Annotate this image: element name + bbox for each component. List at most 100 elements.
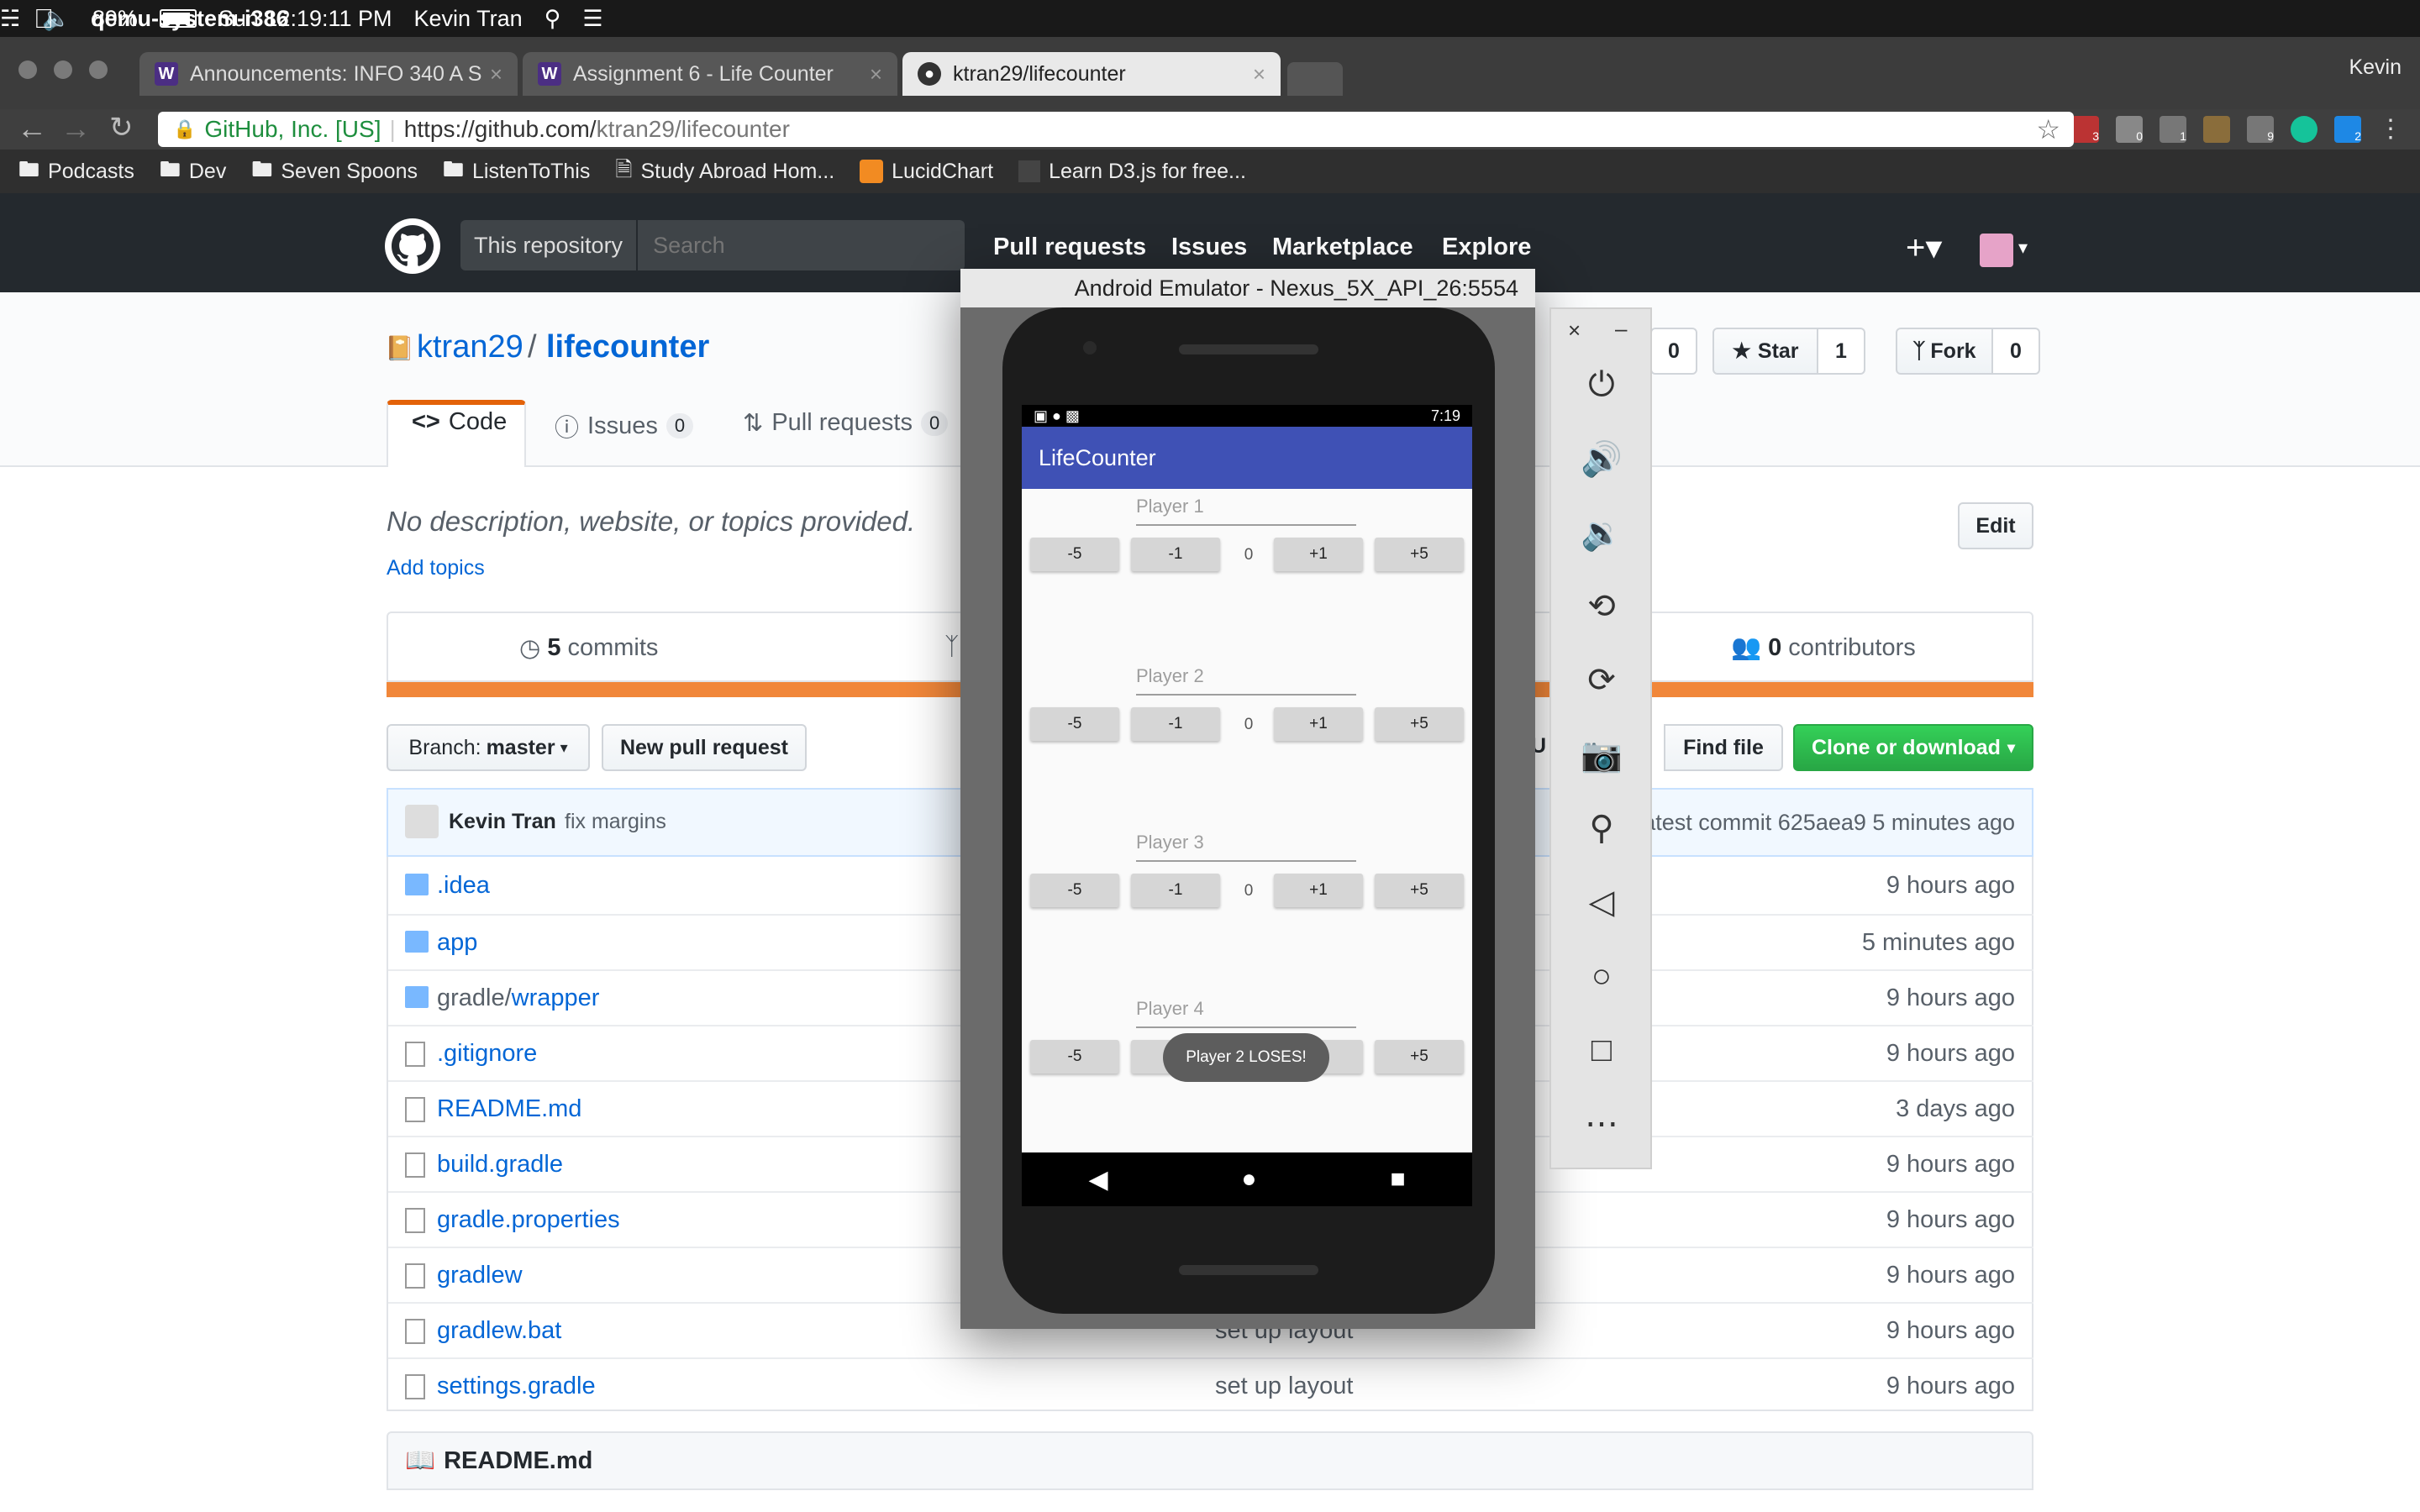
close-tab-icon[interactable]: × bbox=[1253, 61, 1265, 87]
plus-one-button[interactable]: +1 bbox=[1274, 874, 1363, 907]
bookmark-lucidchart[interactable]: LucidChart bbox=[860, 160, 993, 184]
android-home-icon[interactable]: ● bbox=[1241, 1165, 1256, 1194]
extension-icon[interactable]: 2 bbox=[2334, 115, 2361, 143]
extension-icon[interactable]: 0 bbox=[2116, 115, 2143, 143]
emulator-title[interactable]: Android Emulator - Nexus_5X_API_26:5554 bbox=[960, 269, 1535, 307]
latest-commit-info[interactable]: atest commit 625aea9 5 minutes ago bbox=[1643, 810, 2015, 836]
file-name[interactable]: .gitignore bbox=[437, 1040, 537, 1068]
edit-description-button[interactable]: Edit bbox=[1958, 502, 2033, 549]
window-close-button[interactable] bbox=[18, 60, 37, 79]
overview-icon[interactable]: □ bbox=[1576, 1025, 1627, 1075]
fork-button[interactable]: ᛉ Fork bbox=[1896, 328, 1993, 375]
extension-icon[interactable]: 1 bbox=[2160, 115, 2186, 143]
address-bar[interactable]: 🔒 GitHub, Inc. [US] | https://github.com… bbox=[158, 112, 2074, 147]
search-input[interactable] bbox=[651, 231, 958, 260]
nav-explore[interactable]: Explore bbox=[1442, 234, 1531, 261]
plus-five-button[interactable]: +5 bbox=[1375, 1040, 1464, 1074]
bookmark-study-abroad[interactable]: 🗎 Study Abroad Hom... bbox=[615, 154, 834, 190]
plus-one-button[interactable]: +1 bbox=[1274, 538, 1363, 571]
tab-pull-requests[interactable]: ⇅ Pull requests 0 bbox=[743, 408, 949, 438]
file-name[interactable]: gradle/wrapper bbox=[437, 984, 599, 1012]
bookmark-star-icon[interactable]: ☆ bbox=[2036, 113, 2060, 145]
commit-author-avatar[interactable] bbox=[405, 805, 439, 838]
new-tab-button[interactable] bbox=[1287, 62, 1343, 96]
plus-five-button[interactable]: +5 bbox=[1375, 538, 1464, 571]
bookmark-folder-listentothis[interactable]: 🖿 ListenToThis bbox=[443, 154, 590, 190]
close-tab-icon[interactable]: × bbox=[870, 61, 882, 87]
plus-one-button[interactable]: +1 bbox=[1274, 707, 1363, 741]
plus-five-button[interactable]: +5 bbox=[1375, 874, 1464, 907]
minus-one-button[interactable]: -1 bbox=[1131, 707, 1220, 741]
chrome-menu-icon[interactable]: ⋮ bbox=[2378, 114, 2403, 144]
player-label[interactable]: Player 4 bbox=[1136, 998, 1356, 1028]
file-name[interactable]: gradlew.bat bbox=[437, 1317, 561, 1345]
find-file-button[interactable]: Find file bbox=[1664, 724, 1783, 771]
tab-issues[interactable]: ⓘ Issues 0 bbox=[555, 408, 694, 444]
file-commit-message[interactable]: set up layout bbox=[1215, 1373, 1353, 1400]
add-topics-link[interactable]: Add topics bbox=[387, 556, 485, 580]
commit-author[interactable]: Kevin Tran bbox=[449, 810, 556, 834]
file-name[interactable]: gradle.properties bbox=[437, 1206, 620, 1234]
player-label[interactable]: Player 1 bbox=[1136, 496, 1356, 526]
forward-arrow-icon[interactable]: → bbox=[60, 111, 91, 146]
minus-one-button[interactable]: -1 bbox=[1131, 874, 1220, 907]
watch-count[interactable]: 0 bbox=[1650, 328, 1697, 375]
rotate-left-icon[interactable]: ⟲ bbox=[1576, 581, 1627, 632]
grammarly-icon[interactable] bbox=[2291, 115, 2317, 143]
star-count[interactable]: 1 bbox=[1818, 328, 1865, 375]
clone-or-download-button[interactable]: Clone or download ▾ bbox=[1793, 724, 2033, 771]
avatar-dropdown-icon[interactable]: ▾ bbox=[2018, 237, 2028, 259]
branch-select[interactable]: Branch: master ▾ bbox=[387, 724, 590, 771]
minus-five-button[interactable]: -5 bbox=[1030, 1040, 1119, 1074]
close-icon[interactable]: × bbox=[1568, 318, 1581, 344]
power-icon[interactable]: ⏻ bbox=[1576, 360, 1627, 410]
repo-name-link[interactable]: lifecounter bbox=[546, 329, 709, 365]
minus-five-button[interactable]: -5 bbox=[1030, 707, 1119, 741]
back-arrow-icon[interactable]: ← bbox=[17, 111, 47, 146]
nav-marketplace[interactable]: Marketplace bbox=[1272, 234, 1413, 261]
spotlight-search-icon[interactable]: ⚲ bbox=[544, 6, 561, 32]
file-name[interactable]: build.gradle bbox=[437, 1151, 563, 1179]
rotate-right-icon[interactable]: ⟳ bbox=[1576, 655, 1627, 706]
repo-search[interactable]: This repository bbox=[460, 220, 965, 270]
browser-tab-announcements[interactable]: W Announcements: INFO 340 A S × bbox=[139, 52, 518, 96]
bookmark-folder-seven-spoons[interactable]: 🖿 Seven Spoons bbox=[251, 154, 418, 190]
window-minimize-button[interactable] bbox=[54, 60, 72, 79]
reload-icon[interactable]: ↻ bbox=[109, 111, 134, 144]
more-icon[interactable]: ⋯ bbox=[1576, 1099, 1627, 1149]
player-label[interactable]: Player 3 bbox=[1136, 832, 1356, 862]
zoom-icon[interactable]: ⚲ bbox=[1576, 803, 1627, 853]
volume-up-icon[interactable]: 🔊 bbox=[1576, 433, 1627, 484]
home-icon[interactable]: ○ bbox=[1576, 951, 1627, 1001]
repo-owner-link[interactable]: ktran29 bbox=[417, 329, 523, 365]
file-name[interactable]: README.md bbox=[437, 1095, 581, 1123]
plus-five-button[interactable]: +5 bbox=[1375, 707, 1464, 741]
android-recents-icon[interactable]: ■ bbox=[1390, 1165, 1405, 1194]
nav-pull-requests[interactable]: Pull requests bbox=[993, 234, 1146, 261]
fork-count[interactable]: 0 bbox=[1993, 328, 2040, 375]
file-name[interactable]: settings.gradle bbox=[437, 1373, 596, 1400]
bookmark-folder-podcasts[interactable]: 🖿 Podcasts bbox=[18, 154, 134, 190]
bookmark-folder-dev[interactable]: 🖿 Dev bbox=[160, 154, 226, 190]
player-label[interactable]: Player 2 bbox=[1136, 665, 1356, 696]
apple-icon[interactable]:  bbox=[34, 3, 54, 34]
android-back-icon[interactable]: ◀ bbox=[1088, 1165, 1107, 1194]
close-tab-icon[interactable]: × bbox=[490, 61, 502, 87]
file-name[interactable]: .idea bbox=[437, 872, 490, 900]
file-name[interactable]: app bbox=[437, 929, 477, 957]
notification-center-icon[interactable]: ☰ bbox=[582, 6, 602, 32]
file-path-link[interactable]: wrapper bbox=[512, 984, 600, 1011]
camera-icon[interactable]: 📷 bbox=[1576, 729, 1627, 780]
file-name[interactable]: gradlew bbox=[437, 1262, 523, 1289]
star-button[interactable]: ★ Star bbox=[1712, 328, 1818, 375]
extension-icon[interactable]: 3 bbox=[2072, 115, 2099, 143]
volume-down-icon[interactable]: 🔉 bbox=[1576, 507, 1627, 558]
browser-tab-assignment[interactable]: W Assignment 6 - Life Counter × bbox=[523, 52, 897, 96]
file-row[interactable]: settings.gradle set up layout 9 hours ago bbox=[388, 1357, 2033, 1413]
minimize-icon[interactable]: – bbox=[1615, 316, 1627, 342]
commits-link[interactable]: ◷ 5 commits bbox=[519, 633, 658, 663]
wifi-icon[interactable]: ☵ bbox=[0, 6, 20, 32]
bookmark-learn-d3[interactable]: Learn D3.js for free... bbox=[1018, 160, 1246, 184]
new-pull-request-button[interactable]: New pull request bbox=[602, 724, 807, 771]
chrome-profile-name[interactable]: Kevin bbox=[2349, 55, 2402, 80]
